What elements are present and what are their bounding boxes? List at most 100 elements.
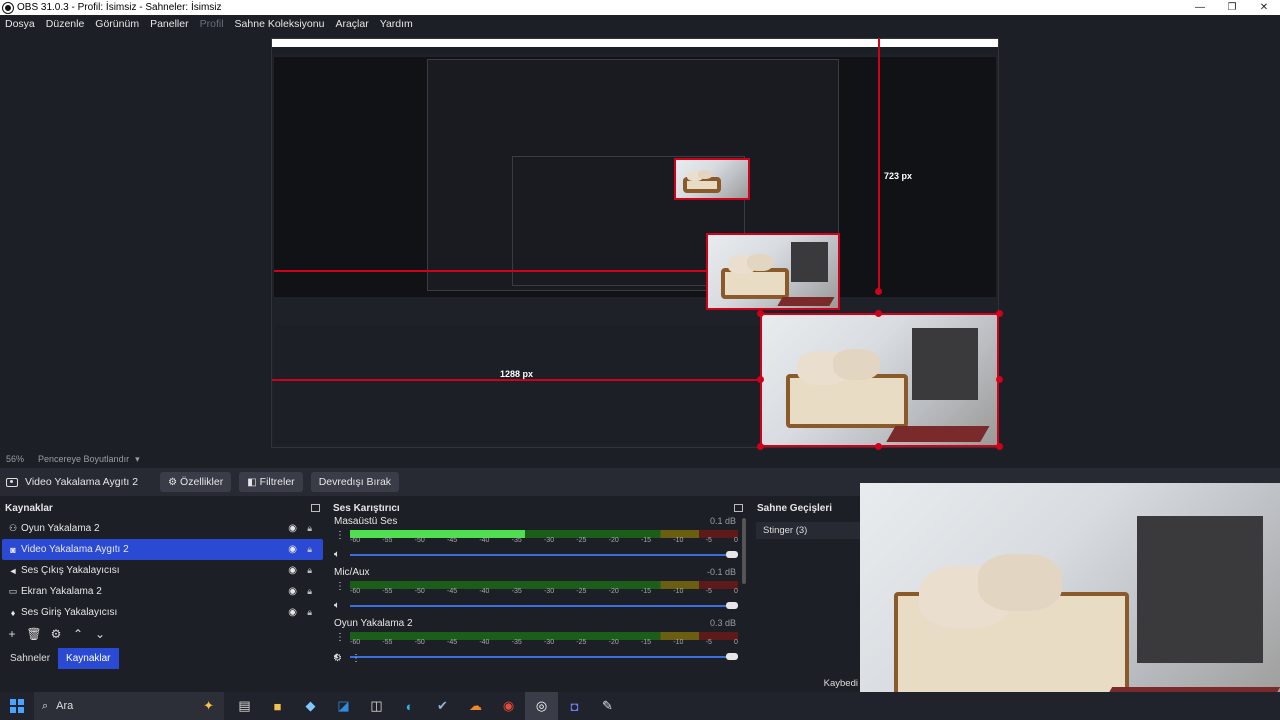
eye-icon[interactable]: ◉	[288, 565, 297, 576]
tab-sources[interactable]: Kaynaklar	[58, 648, 119, 669]
move-up-button[interactable]: ⌃	[70, 627, 86, 641]
copilot-icon[interactable]: ◆	[294, 692, 327, 720]
source-properties-button[interactable]: ⚙	[48, 627, 64, 641]
source-item-audio-output[interactable]: ◄ Ses Çıkış Yakalayıcısı ◉ 🔒︎	[2, 560, 323, 581]
source-label: Ses Çıkış Yakalayıcısı	[21, 565, 120, 576]
scale-tick: -15	[640, 537, 652, 544]
menu-edit[interactable]: Düzenle	[46, 18, 85, 30]
resize-handle-top-left[interactable]	[757, 310, 764, 317]
resize-handle-top-right[interactable]	[996, 310, 1003, 317]
app-icon[interactable]: ✎	[591, 692, 624, 720]
chevron-down-icon[interactable]: ▾	[135, 454, 140, 465]
fader-knob[interactable]	[726, 653, 738, 660]
scale-tick: -40	[479, 588, 490, 595]
remove-source-button[interactable]: 🗑︎	[26, 627, 42, 641]
eye-icon[interactable]: ◉	[288, 544, 297, 555]
scale-tick: -50	[414, 588, 425, 595]
nested-menubar	[272, 47, 998, 55]
channel-menu-icon[interactable]: ⋮	[335, 530, 345, 541]
channel-menu-icon[interactable]: ⋮	[335, 581, 345, 592]
taskbar-search[interactable]: ⌕ Ara ✦	[34, 692, 224, 720]
steam-icon[interactable]: ✔	[426, 692, 459, 720]
scale-tick: -5	[705, 537, 712, 544]
resize-handle-right[interactable]	[996, 376, 1003, 383]
scale-tick: -20	[608, 537, 619, 544]
channel-db: 0.1 dB	[709, 516, 736, 526]
advanced-audio-icon[interactable]: ⚙	[333, 653, 342, 664]
task-view-icon[interactable]: ▤	[228, 692, 261, 720]
menu-docks[interactable]: Paneller	[150, 18, 189, 30]
restore-button[interactable]: ❐	[1216, 0, 1248, 15]
outlook-icon[interactable]: ◪	[327, 692, 360, 720]
source-item-audio-input[interactable]: ♦ Ses Giriş Yakalayıcısı ◉ 🔒︎	[2, 602, 323, 623]
file-explorer-icon[interactable]: ■	[261, 692, 294, 720]
volume-fader[interactable]	[350, 653, 738, 660]
source-item-game-capture[interactable]: ⚇ Oyun Yakalama 2 ◉ 🔒︎	[2, 518, 323, 539]
chrome-icon[interactable]: ◉	[492, 692, 525, 720]
scale-tick: -30	[543, 588, 555, 595]
mixer-scrollbar[interactable]	[742, 518, 746, 584]
menu-view[interactable]: Görünüm	[95, 18, 139, 30]
lock-icon[interactable]: 🔒︎	[307, 565, 312, 576]
lock-icon[interactable]: 🔒︎	[307, 523, 312, 534]
selected-source-preview[interactable]	[760, 313, 999, 447]
deactivate-button[interactable]: Devredışı Bırak	[310, 472, 400, 492]
resize-handle-left[interactable]	[757, 376, 764, 383]
move-down-button[interactable]: ⌄	[92, 627, 108, 641]
width-measure-label: 1288 px	[500, 369, 534, 379]
scale-tick: 0	[734, 639, 738, 646]
close-button[interactable]: ✕	[1248, 0, 1280, 15]
speaker-icon[interactable]: 🔈︎	[334, 600, 340, 611]
obs-taskbar-icon[interactable]: ◎	[525, 692, 558, 720]
store-icon[interactable]: ◫	[360, 692, 393, 720]
source-item-display-capture[interactable]: ▭ Ekran Yakalama 2 ◉ 🔒︎	[2, 581, 323, 602]
channel-db: 0.3 dB	[709, 618, 736, 628]
filters-button[interactable]: ◧ Filtreler	[239, 472, 303, 492]
eye-icon[interactable]: ◉	[288, 586, 297, 597]
taskbar: ⌕ Ara ✦ ▤ ■ ◆ ◪ ◫ ◐ ✔ ☁ ◉ ◎ ◘ ✎	[0, 692, 1280, 720]
menu-tools[interactable]: Araçlar	[335, 18, 368, 30]
resize-handle-bottom[interactable]	[875, 443, 882, 450]
eye-icon[interactable]: ◉	[288, 523, 297, 534]
guide-line-vertical	[878, 38, 880, 292]
properties-button[interactable]: ⚙ Özellikler	[160, 472, 232, 492]
menu-file[interactable]: Dosya	[5, 18, 35, 30]
fader-knob[interactable]	[726, 551, 738, 558]
minimize-button[interactable]: —	[1184, 0, 1216, 15]
zoom-mode-select[interactable]: Pencereye Boyutlandır	[38, 454, 129, 464]
scale-tick: -15	[640, 588, 652, 595]
transitions-dock-header: Sahne Geçişleri	[752, 500, 860, 516]
resize-handle-bottom-left[interactable]	[757, 443, 764, 450]
obs-logo-icon	[3, 2, 13, 13]
source-label: Ses Giriş Yakalayıcısı	[21, 607, 118, 618]
menu-scene-collection[interactable]: Sahne Koleksiyonu	[235, 18, 325, 30]
cloud-app-icon[interactable]: ☁	[459, 692, 492, 720]
undock-icon[interactable]	[734, 504, 743, 512]
lock-icon[interactable]: 🔒︎	[307, 544, 312, 555]
volume-fader[interactable]	[350, 551, 738, 558]
resize-handle-bottom-right[interactable]	[996, 443, 1003, 450]
menu-help[interactable]: Yardım	[380, 18, 413, 30]
eye-icon[interactable]: ◉	[288, 607, 297, 618]
lock-icon[interactable]: 🔒︎	[307, 586, 312, 597]
speaker-icon[interactable]: 🔈︎	[334, 549, 340, 560]
mixer-menu-icon[interactable]: ⋮	[351, 653, 361, 664]
channel-menu-icon[interactable]: ⋮	[335, 632, 345, 643]
undock-icon[interactable]	[311, 504, 320, 512]
source-item-video-capture[interactable]: ◙ Video Yakalama Aygıtı 2 ◉ 🔒︎	[2, 539, 323, 560]
lock-icon[interactable]: 🔒︎	[307, 607, 312, 618]
scale-tick: -35	[511, 537, 522, 544]
discord-icon[interactable]: ◘	[558, 692, 591, 720]
resize-handle-top[interactable]	[875, 310, 882, 317]
fader-knob[interactable]	[726, 602, 738, 609]
tab-scenes[interactable]: Sahneler	[2, 648, 58, 669]
windows-start-icon[interactable]	[10, 699, 24, 713]
program-preview[interactable]: 723 px 1288 px	[0, 32, 1280, 452]
guide-handle-top[interactable]	[875, 288, 882, 295]
volume-fader[interactable]	[350, 602, 738, 609]
scale-tick: -60	[350, 639, 361, 646]
add-source-button[interactable]: +	[4, 627, 20, 641]
camera-thumbnail-small	[674, 158, 750, 200]
edge-icon[interactable]: ◐	[393, 692, 426, 720]
transition-select[interactable]: Stinger (3)	[756, 522, 860, 539]
